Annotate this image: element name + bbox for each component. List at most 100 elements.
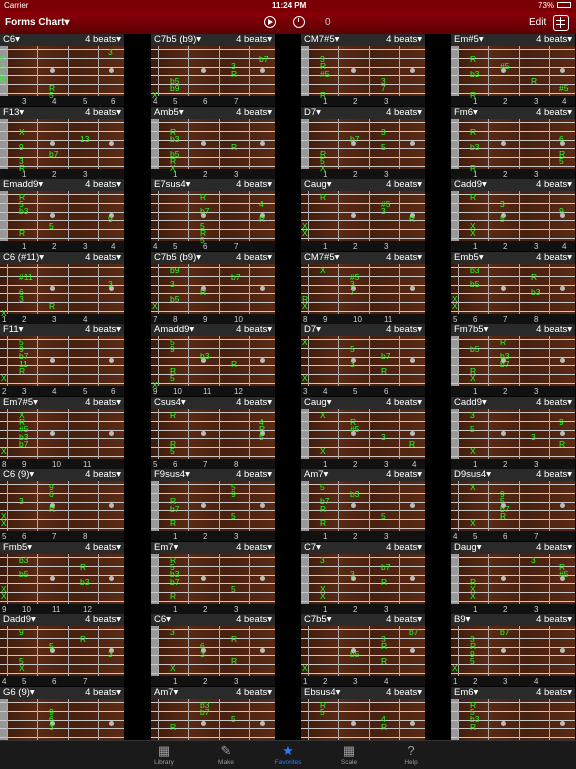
beats-dropdown[interactable]: 4 beats▾ xyxy=(85,397,121,409)
chord-name-dropdown[interactable]: Em7#5▾ xyxy=(3,397,38,409)
chord-card[interactable]: C6▾ 4 beats▾ 3 6 3 5 R R 5 3 4 5 6 xyxy=(0,34,124,106)
chord-card[interactable]: Am7▾ 4 beats▾ 5 b3 b7 R 5 R 1 2 3 xyxy=(301,469,425,541)
beats-dropdown[interactable]: 4 beats▾ xyxy=(85,614,121,626)
beats-dropdown[interactable]: 4 beats▾ xyxy=(386,469,422,481)
chord-card[interactable]: F9sus4▾ 4 beats▾ 5 9 Rb7 5 R 1 2 3 xyxy=(151,469,275,541)
chord-card[interactable]: Fmb5▾ 4 beats▾ b3 Rb5 b3 X X 9 10 11 12 xyxy=(0,542,124,614)
chord-card[interactable]: Caug▾ 4 beats▾ R #5 3 R X X 1 2 3 xyxy=(301,179,425,251)
chord-card[interactable]: Ebsus4▾ 4 beats▾ R 5 4 R xyxy=(301,687,425,740)
beats-dropdown[interactable]: 4 beats▾ xyxy=(386,614,422,626)
beats-dropdown[interactable]: 4 beats▾ xyxy=(85,687,121,699)
chord-card[interactable]: D7▾ 4 beats▾ X 5 b7 3 R X 3 4 5 6 xyxy=(301,324,425,396)
beats-dropdown[interactable]: 4 beats▾ xyxy=(536,324,572,336)
beats-dropdown[interactable]: 4 beats▾ xyxy=(386,324,422,336)
chord-name-dropdown[interactable]: C6▾ xyxy=(3,34,20,46)
beats-dropdown[interactable]: 4 beats▾ xyxy=(236,614,272,626)
beats-dropdown[interactable]: 4 beats▾ xyxy=(236,687,272,699)
chord-card[interactable]: C6 (#11)▾ 4 beats▾ #11 3 6 3 R X 1 2 3 4 xyxy=(0,252,124,324)
chord-name-dropdown[interactable]: D7▾ xyxy=(304,107,321,119)
forms-chart-dropdown[interactable]: Forms Chart▾ xyxy=(5,17,69,28)
chord-name-dropdown[interactable]: C6▾ xyxy=(154,614,171,626)
beats-dropdown[interactable]: 4 beats▾ xyxy=(85,34,121,46)
chord-name-dropdown[interactable]: F9sus4▾ xyxy=(154,469,190,481)
chord-name-dropdown[interactable]: B9▾ xyxy=(454,614,470,626)
chord-name-dropdown[interactable]: C6 (#11)▾ xyxy=(3,252,44,264)
beats-dropdown[interactable]: 4 beats▾ xyxy=(85,469,121,481)
edit-button[interactable]: Edit xyxy=(529,17,546,28)
chord-name-dropdown[interactable]: Emb5▾ xyxy=(454,252,484,264)
beats-dropdown[interactable]: 4 beats▾ xyxy=(85,324,121,336)
chord-card[interactable]: Caug▾ 4 beats▾ X R #5 3 R X 1 2 3 4 xyxy=(301,397,425,469)
beats-dropdown[interactable]: 4 beats▾ xyxy=(386,107,422,119)
chord-card[interactable]: Em6▾ 4 beats▾ R 5 b3 R xyxy=(451,687,575,740)
chord-card[interactable]: C6 (9)▾ 4 beats▾ 9 6 3 R X X 5 6 7 8 xyxy=(0,469,124,541)
chord-name-dropdown[interactable]: G6 (9)▾ xyxy=(3,687,35,699)
chord-name-dropdown[interactable]: Am7▾ xyxy=(304,469,328,481)
beats-dropdown[interactable]: 4 beats▾ xyxy=(386,179,422,191)
beats-dropdown[interactable]: 4 beats▾ xyxy=(85,107,121,119)
chord-name-dropdown[interactable]: C7▾ xyxy=(304,542,321,554)
beats-dropdown[interactable]: 4 beats▾ xyxy=(85,542,121,554)
beats-dropdown[interactable]: 4 beats▾ xyxy=(236,469,272,481)
chord-card[interactable]: Csus4▾ 4 beats▾ R 4 R 5 R 5 5 6 7 8 xyxy=(151,397,275,469)
beats-dropdown[interactable]: 4 beats▾ xyxy=(536,179,572,191)
chord-name-dropdown[interactable]: Daug▾ xyxy=(454,542,481,554)
chord-name-dropdown[interactable]: Fmb5▾ xyxy=(3,542,32,554)
chord-name-dropdown[interactable]: Fm6▾ xyxy=(454,107,478,119)
chord-name-dropdown[interactable]: Fm7b5▾ xyxy=(454,324,488,336)
chord-name-dropdown[interactable]: F13▾ xyxy=(3,107,24,119)
chord-card[interactable]: Fm6▾ 4 beats▾ R 6 b3 R 5 R 1 2 3 xyxy=(451,107,575,179)
chord-card[interactable]: Em#5▾ 4 beats▾ R #5 b3 R #5 R 1 2 3 4 xyxy=(451,34,575,106)
beats-dropdown[interactable]: 4 beats▾ xyxy=(536,397,572,409)
chord-name-dropdown[interactable]: Dadd9▾ xyxy=(3,614,36,626)
chord-name-dropdown[interactable]: Csus4▾ xyxy=(154,397,186,409)
chord-card[interactable]: CM7#5▾ 4 beats▾ X #5 3 7 R X 8 9 10 11 xyxy=(301,252,425,324)
chord-card[interactable]: D7▾ 4 beats▾ 3 b7 5 R 5 X 1 2 3 xyxy=(301,107,425,179)
chord-name-dropdown[interactable]: CM7#5▾ xyxy=(304,34,339,46)
beats-dropdown[interactable]: 4 beats▾ xyxy=(236,542,272,554)
chord-name-dropdown[interactable]: Am7▾ xyxy=(154,687,178,699)
tab-help[interactable]: ? Help xyxy=(381,743,441,766)
chord-card[interactable]: F11▾ 4 beats▾ 5 9 b7 11 R X 2 3 4 5 6 xyxy=(0,324,124,396)
chord-card[interactable]: C7b5 (b9)▾ 4 beats▾ b7 3 Rb5 b9 X 4 5 6 7 xyxy=(151,34,275,106)
chord-card[interactable]: Amb5▾ 4 beats▾ Rb3 Rb5 R X 1 2 3 xyxy=(151,107,275,179)
beats-dropdown[interactable]: 4 beats▾ xyxy=(536,252,572,264)
play-button[interactable] xyxy=(264,16,276,28)
chord-name-dropdown[interactable]: Em7▾ xyxy=(154,542,178,554)
beats-dropdown[interactable]: 4 beats▾ xyxy=(236,324,272,336)
chord-name-dropdown[interactable]: Caug▾ xyxy=(304,397,331,409)
beats-dropdown[interactable]: 4 beats▾ xyxy=(386,542,422,554)
chord-name-dropdown[interactable]: C6 (9)▾ xyxy=(3,469,34,481)
chord-card[interactable]: Am7▾ 4 beats▾ b3 b7 5 R xyxy=(151,687,275,740)
chord-name-dropdown[interactable]: D7▾ xyxy=(304,324,321,336)
grid-view-button[interactable] xyxy=(553,15,569,31)
beats-dropdown[interactable]: 4 beats▾ xyxy=(386,34,422,46)
beats-dropdown[interactable]: 4 beats▾ xyxy=(536,34,572,46)
chord-card[interactable]: Cadd9▾ 4 beats▾ 3 9 5 3 R X 1 2 3 xyxy=(451,397,575,469)
beats-dropdown[interactable]: 4 beats▾ xyxy=(236,397,272,409)
beats-dropdown[interactable]: 4 beats▾ xyxy=(85,252,121,264)
beats-dropdown[interactable]: 4 beats▾ xyxy=(386,687,422,699)
chord-name-dropdown[interactable]: Amadd9▾ xyxy=(154,324,194,336)
chord-name-dropdown[interactable]: Amb5▾ xyxy=(154,107,184,119)
beats-dropdown[interactable]: 4 beats▾ xyxy=(536,542,572,554)
chord-name-dropdown[interactable]: Cadd9▾ xyxy=(454,397,487,409)
beats-dropdown[interactable]: 4 beats▾ xyxy=(236,34,272,46)
chord-name-dropdown[interactable]: D9sus4▾ xyxy=(454,469,491,481)
chord-card[interactable]: C7b5 (b9)▾ 4 beats▾ b9 b7 3 Rb5 X 7 8 9 10 xyxy=(151,252,275,324)
beats-dropdown[interactable]: 4 beats▾ xyxy=(536,107,572,119)
timer-button[interactable] xyxy=(293,16,305,28)
chord-card[interactable]: Amadd9▾ 4 beats▾ 5 9 b3 R R 5 X 9 10 11 12 xyxy=(151,324,275,396)
chord-card[interactable]: Emb5▾ 4 beats▾ b3 Rb5 b3 X X 5 6 7 8 xyxy=(451,252,575,324)
chord-name-dropdown[interactable]: Em6▾ xyxy=(454,687,478,699)
chord-card[interactable]: Fm7b5▾ 4 beats▾ Rb5 b3 b7 R X 1 2 3 xyxy=(451,324,575,396)
chord-card[interactable]: Dadd9▾ 4 beats▾ 9 R 5 3 5 X 4 5 6 7 xyxy=(0,614,124,686)
beats-dropdown[interactable]: 4 beats▾ xyxy=(536,469,572,481)
chord-card[interactable]: Daug▾ 4 beats▾ 3 R #5 R X X 1 2 3 xyxy=(451,542,575,614)
chord-card[interactable]: B9▾ 4 beats▾ b7 3 R 9 5 X 1 2 3 4 xyxy=(451,614,575,686)
chord-card[interactable]: CM7#5▾ 4 beats▾ 3 R #5 3 7 R 1 2 3 xyxy=(301,34,425,106)
chord-name-dropdown[interactable]: Em#5▾ xyxy=(454,34,484,46)
chord-card[interactable]: G6 (9)▾4 beats▾963123 xyxy=(0,687,124,740)
chord-card[interactable]: E7sus4▾ 4 beats▾ R 4 b7 R 5 R 5 4 5 6 7 xyxy=(151,179,275,251)
tab-make[interactable]: ✎ Make xyxy=(196,743,256,766)
